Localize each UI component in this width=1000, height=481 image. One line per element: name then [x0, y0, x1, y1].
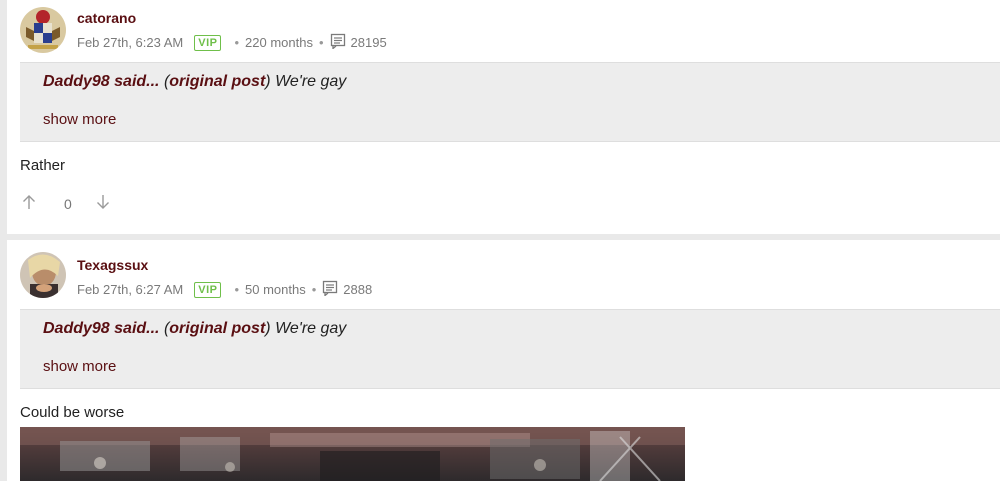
user-avatar[interactable] [20, 252, 66, 298]
quote-ref-close: ) [265, 320, 276, 337]
quote-ref-close: ) [265, 73, 276, 90]
vip-badge: VIP [194, 34, 222, 51]
quote-text: We're gay [275, 320, 347, 337]
quote-block: Daddy98 said... (original post) We're ga… [20, 309, 1000, 389]
timestamp[interactable]: Feb 27th, 6:27 AM [77, 282, 183, 297]
post-body: Rather [20, 157, 66, 174]
original-post-link[interactable]: original post [169, 73, 265, 90]
post-meta: Feb 27th, 6:27 AM VIP • 50 months • 2888 [77, 280, 372, 299]
separator-dot: • [234, 35, 240, 50]
forum-post: Texagssux Feb 27th, 6:27 AM VIP • 50 mon… [7, 240, 1000, 481]
embedded-stadium-image[interactable] [20, 427, 685, 481]
show-more-link[interactable]: show more [43, 358, 116, 375]
quote-ref-open: ( [159, 73, 170, 90]
vote-controls: 0 [20, 194, 112, 213]
user-avatar[interactable] [20, 7, 66, 53]
username[interactable]: catorano [77, 10, 136, 26]
arrow-down-icon[interactable] [94, 194, 112, 213]
quote-ref-open: ( [159, 320, 170, 337]
separator-dot: • [311, 282, 317, 297]
separator-dot: • [234, 282, 240, 297]
quote-block: Daddy98 said... (original post) We're ga… [20, 62, 1000, 142]
vip-badge: VIP [194, 281, 222, 298]
show-more-link[interactable]: show more [43, 111, 116, 128]
quote-author[interactable]: Daddy98 said... [43, 73, 160, 90]
quote-line: Daddy98 said... (original post) We're ga… [43, 73, 346, 91]
username[interactable]: Texagssux [77, 257, 148, 273]
forum-post: catorano Feb 27th, 6:23 AM VIP • 220 mon… [7, 0, 1000, 234]
quote-text: We're gay [275, 73, 347, 90]
post-body: Could be worse [20, 404, 125, 421]
arrow-up-icon[interactable] [20, 194, 38, 213]
separator-dot: • [318, 35, 324, 50]
timestamp[interactable]: Feb 27th, 6:23 AM [77, 35, 183, 50]
quote-author[interactable]: Daddy98 said... [43, 320, 160, 337]
vote-count: 0 [64, 195, 72, 212]
post-meta: Feb 27th, 6:23 AM VIP • 220 months • 281… [77, 33, 387, 52]
tenure: 50 months [245, 282, 306, 297]
message-icon [330, 33, 346, 52]
original-post-link[interactable]: original post [169, 320, 265, 337]
tenure: 220 months [245, 35, 313, 50]
message-icon [322, 280, 338, 299]
post-count: 28195 [350, 35, 387, 50]
quote-line: Daddy98 said... (original post) We're ga… [43, 320, 346, 338]
post-count: 2888 [343, 282, 373, 297]
